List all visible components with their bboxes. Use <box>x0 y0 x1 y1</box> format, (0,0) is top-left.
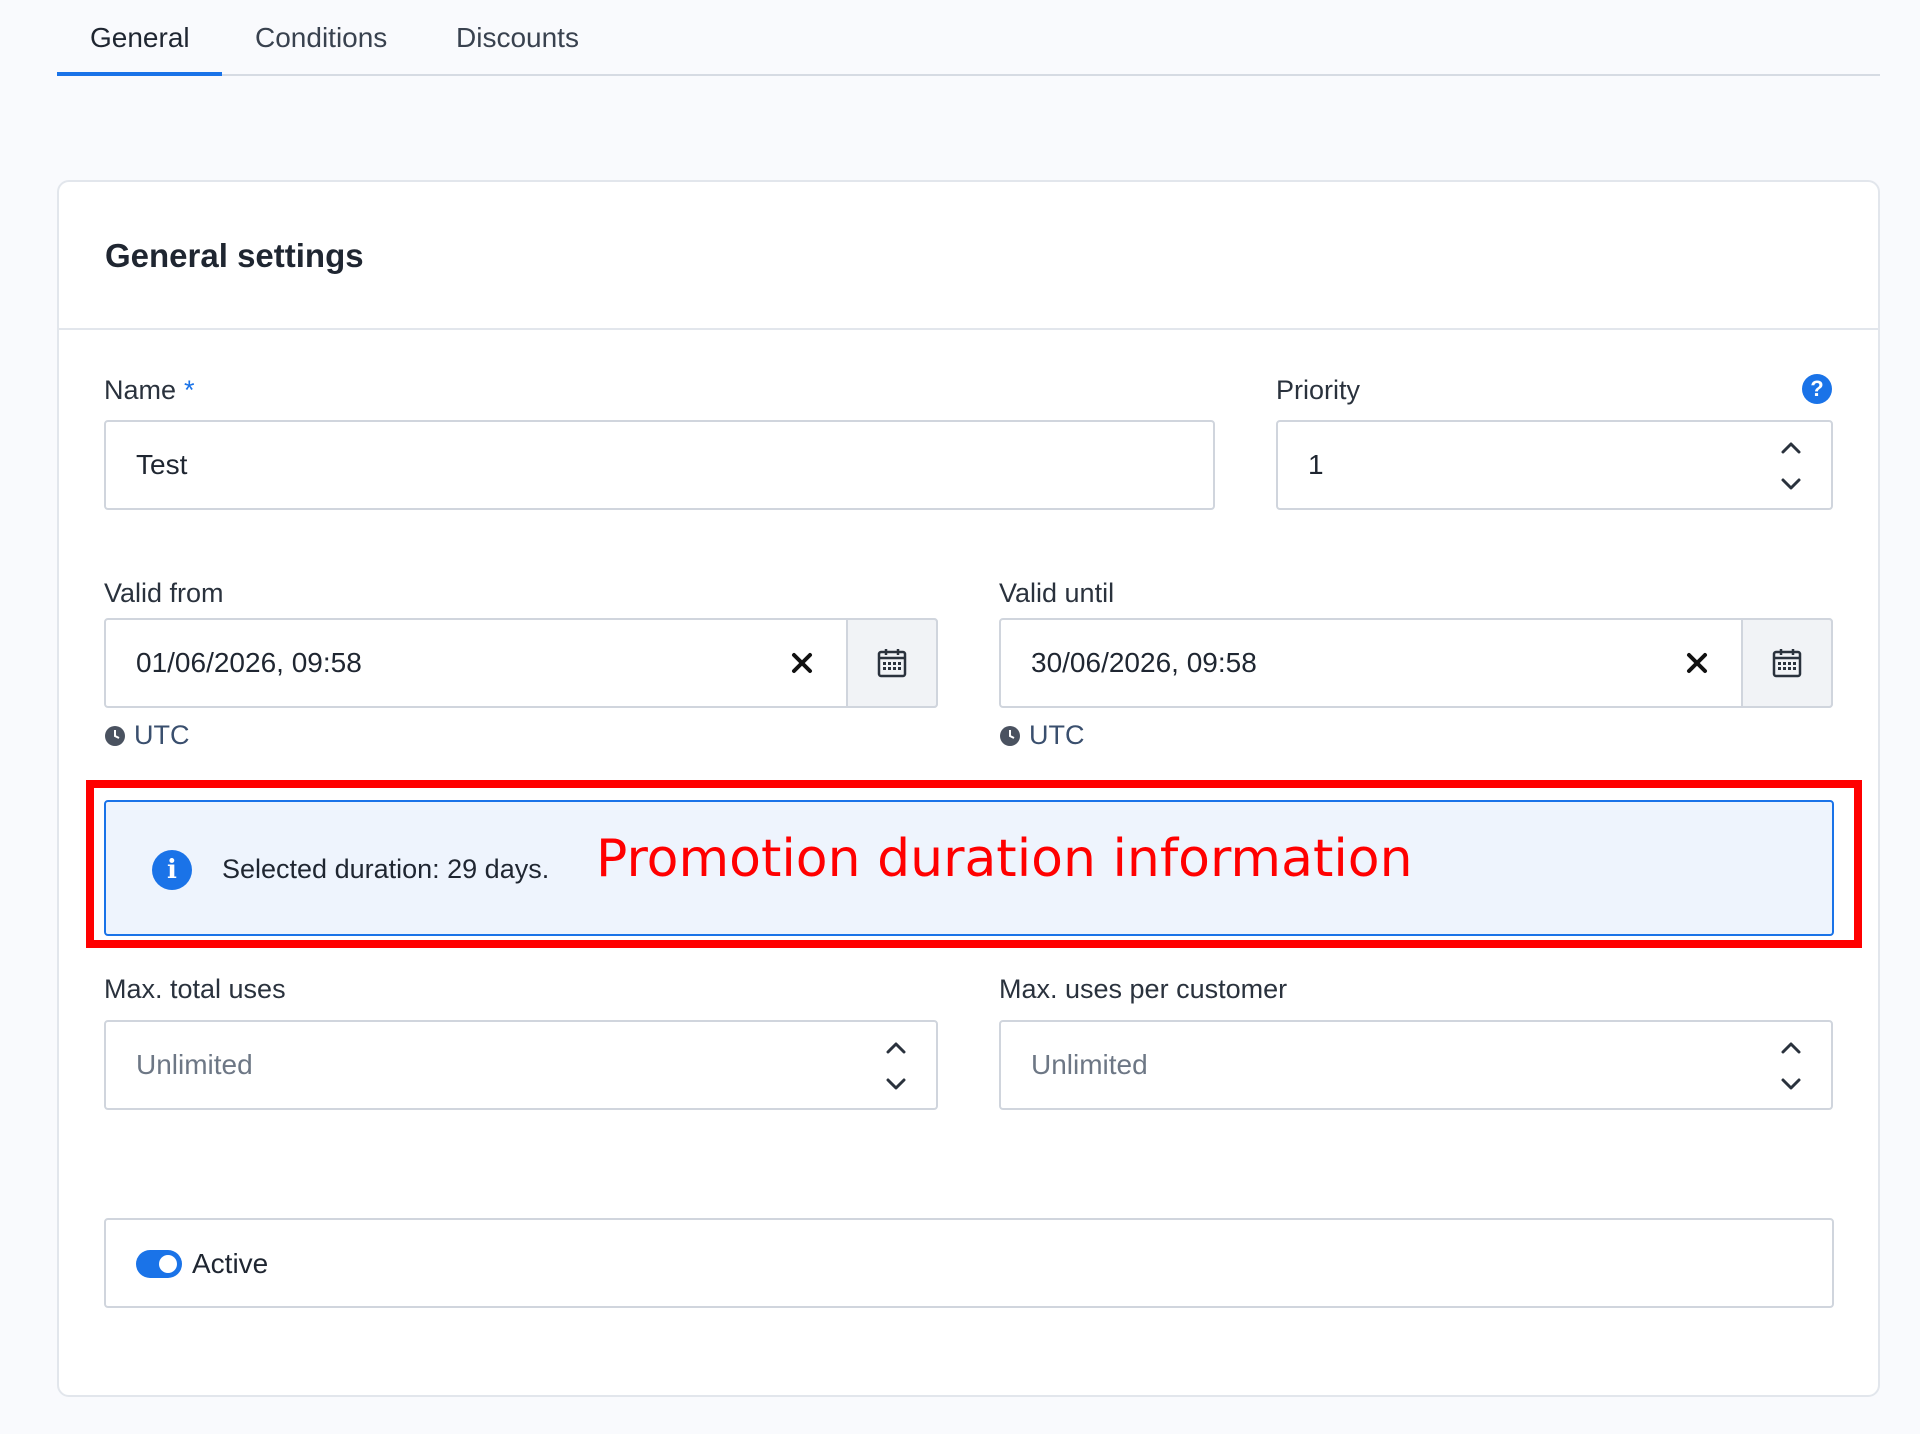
chevron-up-down-icon <box>1781 442 1801 490</box>
valid-until-label: Valid until <box>999 578 1115 608</box>
active-tab-indicator <box>57 72 222 76</box>
priority-input-value: 1 <box>1308 449 1324 480</box>
required-mark: * <box>184 375 195 405</box>
max-uses-per-customer-input[interactable]: Unlimited <box>999 1020 1833 1110</box>
toggle-knob <box>159 1255 177 1273</box>
valid-from-value: 01/06/2026, 09:58 <box>136 647 362 678</box>
valid-from-input[interactable]: 01/06/2026, 09:58 <box>104 618 938 708</box>
max-total-uses-input[interactable]: Unlimited <box>104 1020 938 1110</box>
priority-label: Priority <box>1276 375 1361 405</box>
active-toggle[interactable] <box>136 1250 182 1278</box>
valid-until-calendar-button[interactable] <box>1741 618 1833 708</box>
card-divider <box>59 328 1878 330</box>
chevron-up-down-icon <box>886 1042 906 1090</box>
name-label-text: Name <box>104 375 177 405</box>
priority-input[interactable]: 1 <box>1276 420 1833 510</box>
valid-until-clear-button[interactable] <box>1677 643 1717 683</box>
max-total-uses-placeholder: Unlimited <box>136 1049 253 1080</box>
active-toggle-label[interactable]: Active <box>192 1248 268 1280</box>
valid-until-input[interactable]: 30/06/2026, 09:58 <box>999 618 1833 708</box>
clock-icon <box>1000 725 1020 746</box>
max-total-uses-stepper[interactable] <box>882 1036 910 1096</box>
valid-from-timezone-text: UTC <box>134 720 190 750</box>
max-uses-per-customer-placeholder: Unlimited <box>1031 1049 1148 1080</box>
chevron-up-down-icon <box>1781 1042 1801 1090</box>
name-label: Name * <box>104 375 195 406</box>
name-input[interactable]: Test <box>104 420 1215 510</box>
valid-until-value: 30/06/2026, 09:58 <box>1031 647 1257 678</box>
valid-from-clear-button[interactable] <box>782 643 822 683</box>
tab-discounts[interactable]: Discounts <box>456 22 579 54</box>
valid-from-label: Valid from <box>104 578 224 608</box>
tab-bar: General Conditions Discounts <box>57 0 1880 76</box>
max-uses-per-customer-label: Max. uses per customer <box>999 974 1288 1004</box>
help-icon[interactable]: ? <box>1802 374 1832 404</box>
valid-until-timezone-text: UTC <box>1029 720 1085 750</box>
tab-conditions[interactable]: Conditions <box>255 22 387 54</box>
valid-from-calendar-button[interactable] <box>846 618 938 708</box>
valid-until-timezone: UTC <box>999 720 1085 751</box>
name-input-value: Test <box>136 449 188 480</box>
close-icon <box>792 653 812 673</box>
annotation-label: Promotion duration information <box>596 829 1413 889</box>
calendar-icon <box>877 649 907 678</box>
max-uses-per-customer-stepper[interactable] <box>1777 1036 1805 1096</box>
tab-general[interactable]: General <box>90 22 190 54</box>
active-toggle-row: Active <box>104 1218 1834 1308</box>
card-title: General settings <box>105 237 364 274</box>
clock-icon <box>105 725 125 746</box>
max-total-uses-label: Max. total uses <box>104 974 286 1004</box>
valid-from-timezone: UTC <box>104 720 190 751</box>
close-icon <box>1687 653 1707 673</box>
calendar-icon <box>1772 649 1802 678</box>
priority-stepper[interactable] <box>1777 436 1805 496</box>
